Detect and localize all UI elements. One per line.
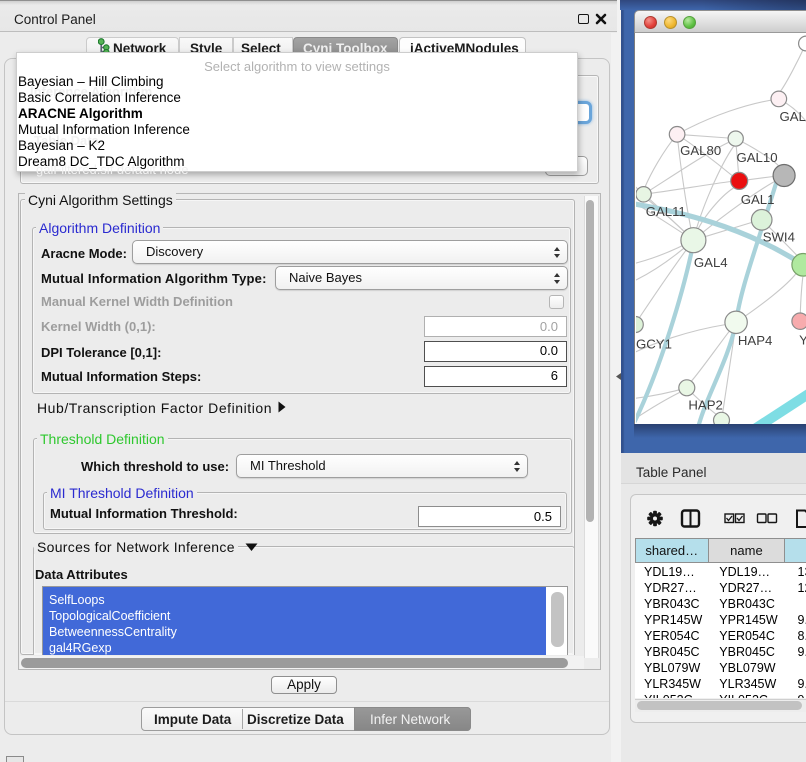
svg-text:GAL80: GAL80 [680,143,721,158]
svg-text:SWI4: SWI4 [762,230,794,245]
svg-text:GAL11: GAL11 [645,204,685,219]
svg-text:Y: Y [799,332,806,347]
svg-text:GAL10: GAL10 [736,150,777,165]
svg-text:HAP2: HAP2 [688,398,722,413]
svg-text:GAL8: GAL8 [779,109,806,124]
svg-text:GAL4: GAL4 [693,255,727,270]
svg-text:GAL1: GAL1 [740,192,774,207]
svg-text:HAP4: HAP4 [737,333,771,348]
svg-text:GCY1: GCY1 [636,337,672,352]
